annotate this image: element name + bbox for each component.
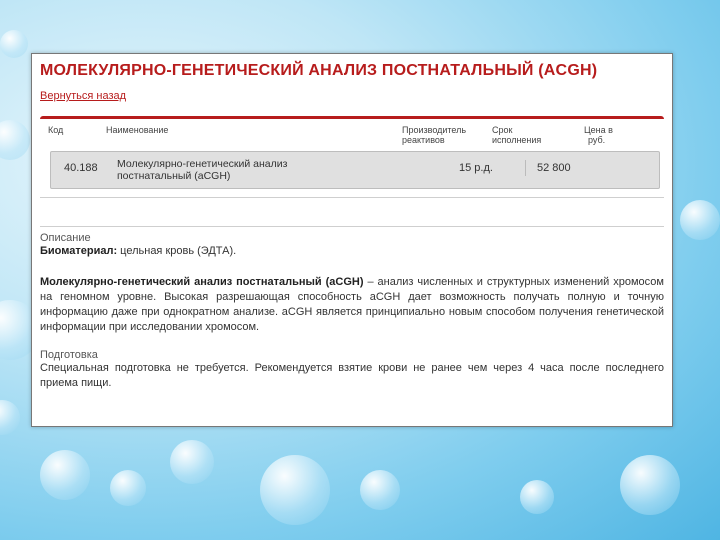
preparation-text: Специальная подготовка не требуется. Рек…: [40, 362, 664, 389]
bubble-decoration: [40, 450, 90, 500]
description-label: Молекулярно-генетический анализ постната…: [40, 276, 364, 288]
bubble-decoration: [110, 470, 146, 506]
bubble-decoration: [260, 455, 330, 525]
page-title: МОЛЕКУЛЯРНО-ГЕНЕТИЧЕСКИЙ АНАЛИЗ ПОСТНАТА…: [40, 62, 598, 79]
header-term-line1: Срок: [492, 125, 513, 135]
row-name-line2: постнатальный (aCGH): [117, 170, 231, 182]
header-manufacturer-line1: Производитель: [402, 125, 467, 135]
biomaterial-text: Биоматериал: цельная кровь (ЭДТА).: [40, 244, 664, 259]
biomaterial-label: Биоматериал:: [40, 245, 118, 257]
description-heading: Описание: [40, 232, 91, 244]
header-term: Срок исполнения: [492, 125, 541, 145]
row-separator: [525, 160, 526, 176]
row-name: Молекулярно-генетический анализ постната…: [117, 158, 287, 182]
bubble-decoration: [0, 30, 28, 58]
bubble-decoration: [620, 455, 680, 515]
biomaterial-value: цельная кровь (ЭДТА).: [117, 245, 237, 257]
bubble-decoration: [520, 480, 554, 514]
bubble-decoration: [360, 470, 400, 510]
preparation-heading: Подготовка: [40, 349, 98, 361]
bubble-decoration: [0, 120, 30, 160]
header-manufacturer-line2: реактивов: [402, 135, 445, 145]
description-text: Молекулярно-генетический анализ постната…: [40, 275, 664, 335]
header-price-line2: руб.: [588, 135, 606, 145]
header-code: Код: [48, 125, 64, 135]
bubble-decoration: [0, 400, 20, 435]
header-manufacturer: Производитель реактивов: [402, 125, 466, 145]
content-panel: МОЛЕКУЛЯРНО-ГЕНЕТИЧЕСКИЙ АНАЛИЗ ПОСТНАТА…: [31, 53, 673, 427]
header-name: Наименование: [106, 125, 169, 135]
row-price: 52 800: [537, 162, 571, 174]
bubble-decoration: [170, 440, 214, 484]
row-code: 40.188: [64, 162, 98, 174]
back-link[interactable]: Вернуться назад: [40, 90, 126, 102]
header-price-line1: Цена в: [584, 125, 613, 135]
header-term-line2: исполнения: [492, 135, 542, 145]
row-name-line1: Молекулярно-генетический анализ: [117, 158, 288, 170]
section-divider: [40, 226, 664, 227]
bubble-decoration: [680, 200, 720, 240]
price-table: Код Наименование Производитель реактивов…: [40, 116, 664, 198]
table-row[interactable]: 40.188 Молекулярно-генетический анализ п…: [50, 151, 660, 189]
header-price: Цена в руб.: [584, 125, 613, 145]
row-term: 15 р.д.: [459, 162, 493, 174]
